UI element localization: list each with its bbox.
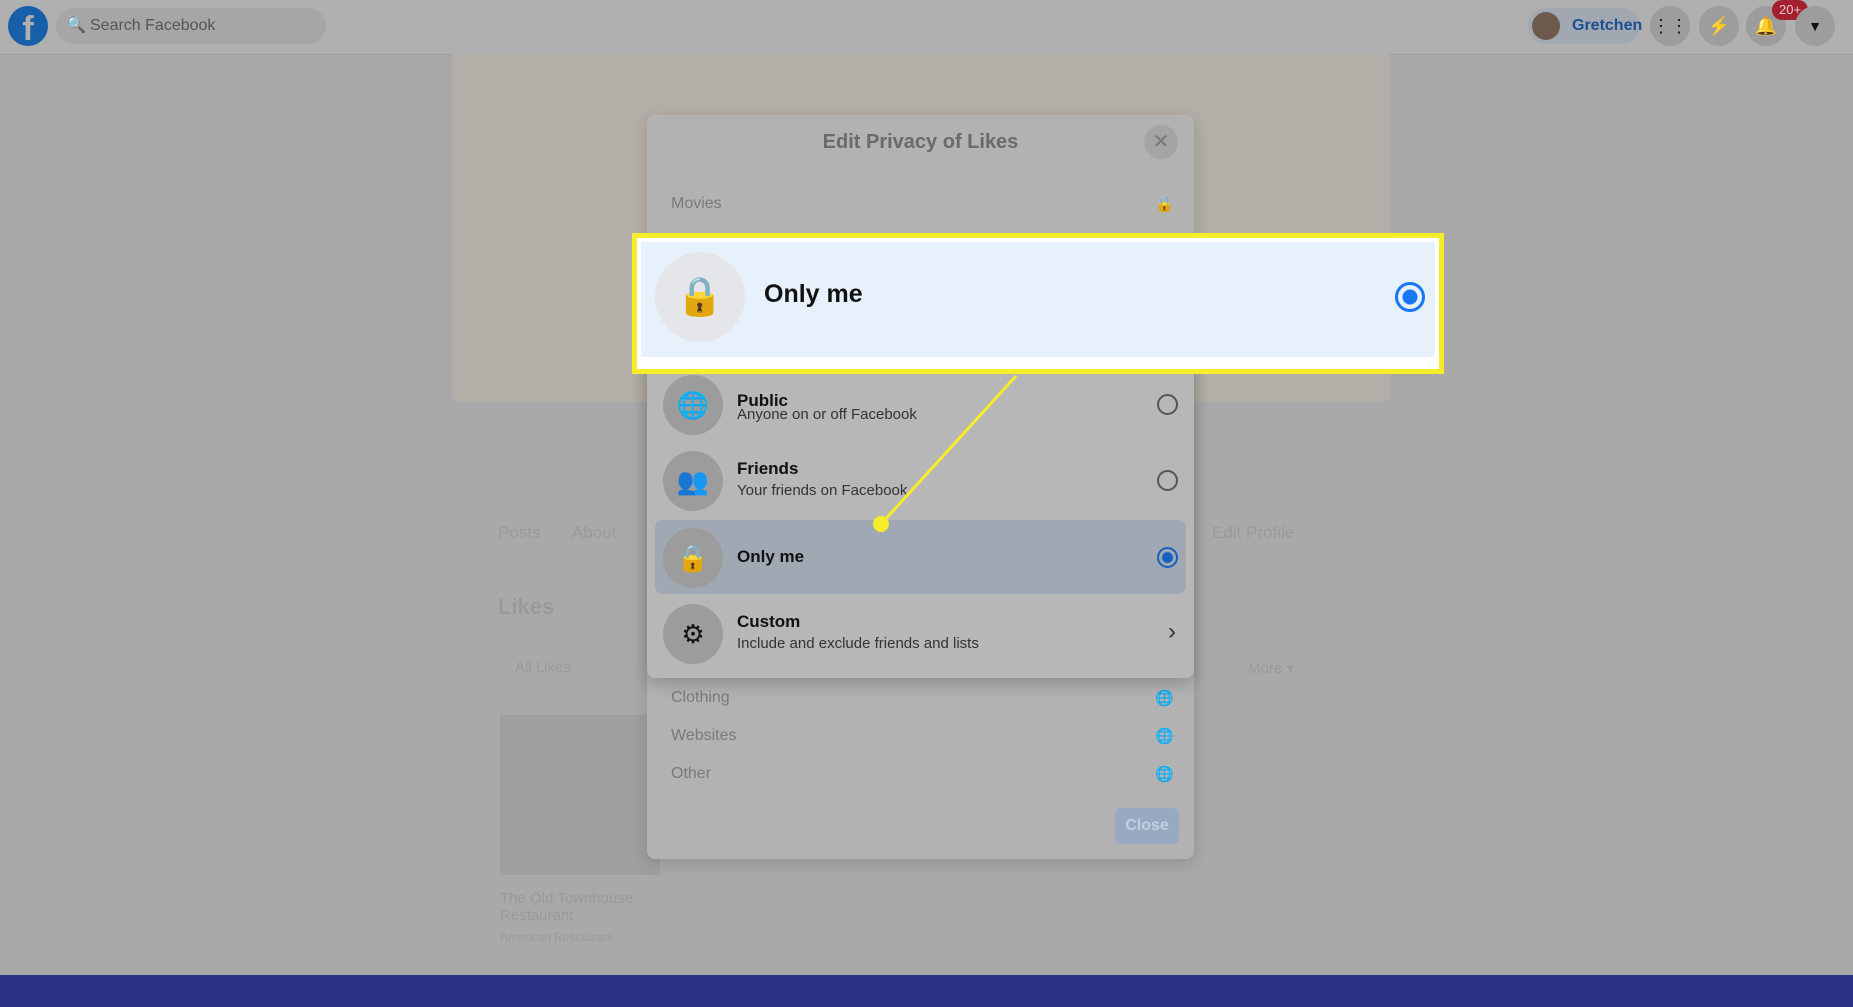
radio-button-selected xyxy=(1395,282,1425,312)
callout-dot xyxy=(873,516,889,532)
callout-connector xyxy=(873,374,1018,532)
lock-icon: 🔒 xyxy=(655,252,745,342)
callout-label: Only me xyxy=(764,280,863,308)
callout-only-me-option: 🔒 Only me xyxy=(641,242,1435,357)
bottom-bar xyxy=(0,975,1853,1007)
callout-line xyxy=(879,374,1018,526)
zoom-callout: 🔒 Only me xyxy=(632,233,1444,374)
